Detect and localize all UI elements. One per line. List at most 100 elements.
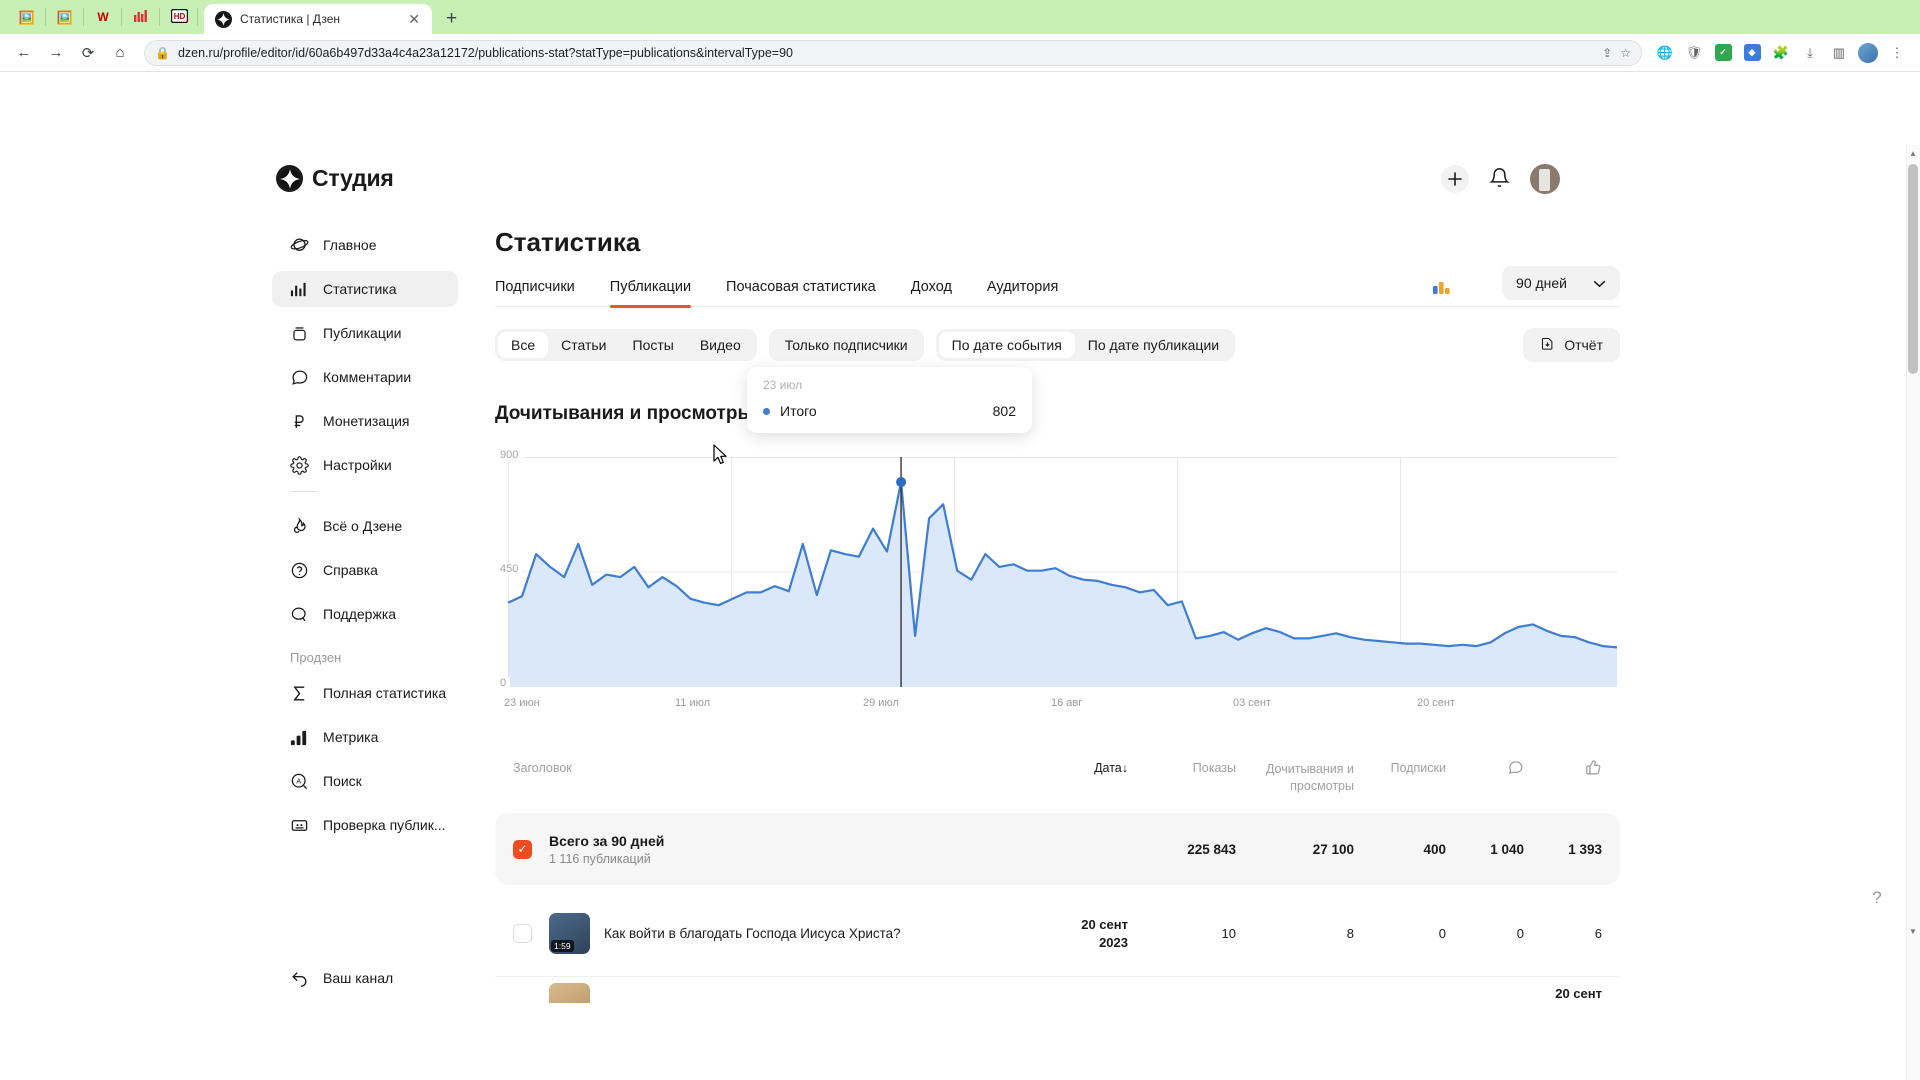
bar-chart-icon [289, 279, 310, 300]
sidebar-item-polnaya-statistika[interactable]: Полная статистика [272, 675, 458, 711]
video-duration-badge: 1:59 [551, 940, 574, 952]
period-selector[interactable]: 90 дней [1502, 266, 1620, 300]
pinned-tab-image-2[interactable]: 🖼️ [46, 0, 84, 34]
table-row[interactable]: 20 сент [495, 983, 1620, 1003]
address-bar[interactable]: 🔒 dzen.ru/profile/editor/id/60a6b497d33a… [144, 39, 1642, 66]
chart-title: Дочитывания и просмотры [495, 403, 754, 424]
sidebar-item-publikacii[interactable]: Публикации [272, 315, 458, 351]
scrollbar-thumb[interactable] [1908, 164, 1918, 374]
blue-extension-icon[interactable]: ◆ [1739, 40, 1765, 66]
report-button[interactable]: Отчёт [1523, 328, 1620, 362]
column-header-shows[interactable]: Показы [1128, 751, 1236, 775]
chart-plot-area[interactable]: 900 450 0 23 июн 11 июл 29 июл 16 авг 03… [495, 449, 1617, 725]
column-header-likes[interactable] [1524, 751, 1602, 780]
translate-extension-icon[interactable]: 🌐 [1652, 40, 1678, 66]
publication-thumbnail[interactable]: 1:59 [549, 913, 590, 954]
sidebar-item-spravka[interactable]: Справка [272, 552, 458, 588]
new-tab-button[interactable]: + [446, 8, 457, 30]
tab-publikacii[interactable]: Публикации [609, 279, 692, 308]
column-header-date[interactable]: Дата↓ [1036, 751, 1128, 775]
profile-avatar[interactable] [1855, 40, 1881, 66]
sidebar-item-glavnoe[interactable]: Главное [272, 227, 458, 263]
user-avatar[interactable] [1530, 164, 1560, 194]
sidebar-item-metrika[interactable]: Метрика [272, 719, 458, 755]
share-icon[interactable]: ⇪ [1602, 46, 1612, 60]
close-tab-icon[interactable]: ✕ [404, 12, 424, 26]
pinned-tab-image-1[interactable]: 🖼️ [8, 0, 46, 34]
column-header-subs[interactable]: Подписки [1354, 751, 1446, 775]
chip-po-date-publikacii[interactable]: По дате публикации [1075, 332, 1232, 358]
sidebar-item-your-channel[interactable]: Ваш канал [272, 967, 393, 988]
back-button[interactable]: ← [10, 39, 38, 67]
shield-extension-icon[interactable]: 🛡 [1681, 40, 1707, 66]
tab-dohod[interactable]: Доход [911, 279, 952, 306]
chip-tolko-podpischiki[interactable]: Только подписчики [772, 332, 921, 358]
chrome-menu-icon[interactable]: ⋮ [1884, 40, 1910, 66]
table-row[interactable]: 1:59 Как войти в благодать Господа Иисус… [495, 891, 1620, 977]
puzzle-extensions-icon[interactable]: 🧩 [1768, 40, 1794, 66]
row-checkbox[interactable] [513, 924, 532, 943]
publication-comments: 0 [1516, 926, 1524, 941]
studio-logo[interactable]: Студия [276, 165, 394, 192]
scroll-up-arrow[interactable]: ▲ [1908, 149, 1918, 158]
sidebar-item-monetizacia[interactable]: Монетизация [272, 403, 458, 439]
header-actions [1441, 164, 1560, 194]
tab-auditoria[interactable]: Аудитория [987, 279, 1058, 306]
summary-checkbox[interactable]: ✓ [513, 839, 532, 859]
publications-table: Заголовок Дата↓ Показы Дочитывания и про… [495, 751, 1620, 1003]
sidebar-item-statistika[interactable]: Статистика [272, 271, 458, 307]
column-header-date-label: Дата [1094, 761, 1122, 775]
tooltip-series-row: Итого 802 [763, 403, 1016, 419]
browser-tab-title: Статистика | Дзен [240, 12, 341, 26]
bookmark-star-icon[interactable]: ☆ [1620, 46, 1631, 60]
help-button[interactable]: ? [1866, 887, 1888, 909]
y-axis-label-450: 450 [500, 563, 523, 575]
add-button[interactable] [1441, 165, 1469, 193]
notifications-bell-icon[interactable] [1489, 167, 1510, 191]
sidebar-item-kommentarii[interactable]: Комментарии [272, 359, 458, 395]
column-header-comments[interactable] [1446, 751, 1524, 780]
chip-po-date-sobytia[interactable]: По дате события [938, 332, 1075, 358]
chip-stati[interactable]: Статьи [548, 332, 619, 358]
sidebar-item-nastroyki[interactable]: Настройки [272, 447, 458, 483]
downloads-icon[interactable]: ⤓ [1797, 40, 1823, 66]
browser-tab-active[interactable]: Статистика | Дзен ✕ [204, 4, 432, 34]
chip-vse[interactable]: Все [498, 332, 549, 358]
sidebar-item-podderzhka[interactable]: Поддержка [272, 596, 458, 632]
chip-posty[interactable]: Посты [620, 332, 687, 358]
sidebar-item-proverka-publikaciy[interactable]: Проверка публик... [272, 807, 458, 843]
column-header-title: Заголовок [513, 761, 572, 775]
dzen-logo-icon [276, 165, 303, 192]
home-button[interactable]: ⌂ [106, 39, 134, 67]
sidebar: Главное Статистика Публикации Комментари… [272, 227, 458, 851]
tooltip-series-value: 802 [992, 403, 1016, 419]
chart-title-row[interactable]: Дочитывания и просмотры [495, 403, 1620, 425]
sidebar-toggle-icon[interactable]: ▥ [1826, 40, 1852, 66]
tab-pochasovaya-statistika[interactable]: Почасовая статистика [726, 279, 876, 306]
sidebar-item-poisk[interactable]: A Поиск [272, 763, 458, 799]
sidebar-item-vsyo-o-dzene[interactable]: Всё о Дзене [272, 508, 458, 544]
reads-and-views-area-chart[interactable] [495, 457, 1617, 689]
publication-thumbnail[interactable] [549, 983, 590, 1003]
summary-row[interactable]: ✓ Всего за 90 дней 1 116 публикаций 225 … [495, 813, 1620, 885]
chip-video[interactable]: Видео [687, 332, 754, 358]
x-axis-labels: 23 июн 11 июл 29 июл 16 авг 03 сент 20 с… [495, 697, 1617, 717]
pinned-tab-hd[interactable]: HD [160, 0, 198, 34]
pinned-tab-wp[interactable]: W [84, 0, 122, 34]
scroll-down-arrow[interactable]: ▼ [1908, 927, 1918, 936]
browser-tab-strip: 🖼️ 🖼️ W HD Статистика | Дзен ✕ + [0, 0, 1920, 34]
subscribers-only-chip-group: Только подписчики [768, 329, 924, 361]
publication-reads: 8 [1346, 926, 1354, 941]
chart-type-toggle-icon[interactable] [1433, 278, 1450, 294]
tab-podpischiki[interactable]: Подписчики [495, 279, 575, 306]
forward-button[interactable]: → [42, 39, 70, 67]
publications-icon [289, 323, 310, 344]
pinned-tab-chart[interactable] [122, 0, 160, 34]
green-extension-icon[interactable]: ✓ [1710, 40, 1736, 66]
publication-title[interactable]: Как войти в благодать Господа Иисуса Хри… [604, 926, 1036, 941]
metrics-icon [289, 727, 310, 748]
sidebar-group-label: Продзен [290, 650, 342, 665]
reload-button[interactable]: ⟳ [74, 39, 102, 67]
column-header-reads[interactable]: Дочитывания и просмотры [1236, 751, 1354, 795]
tooltip-date: 23 июл [763, 378, 803, 392]
